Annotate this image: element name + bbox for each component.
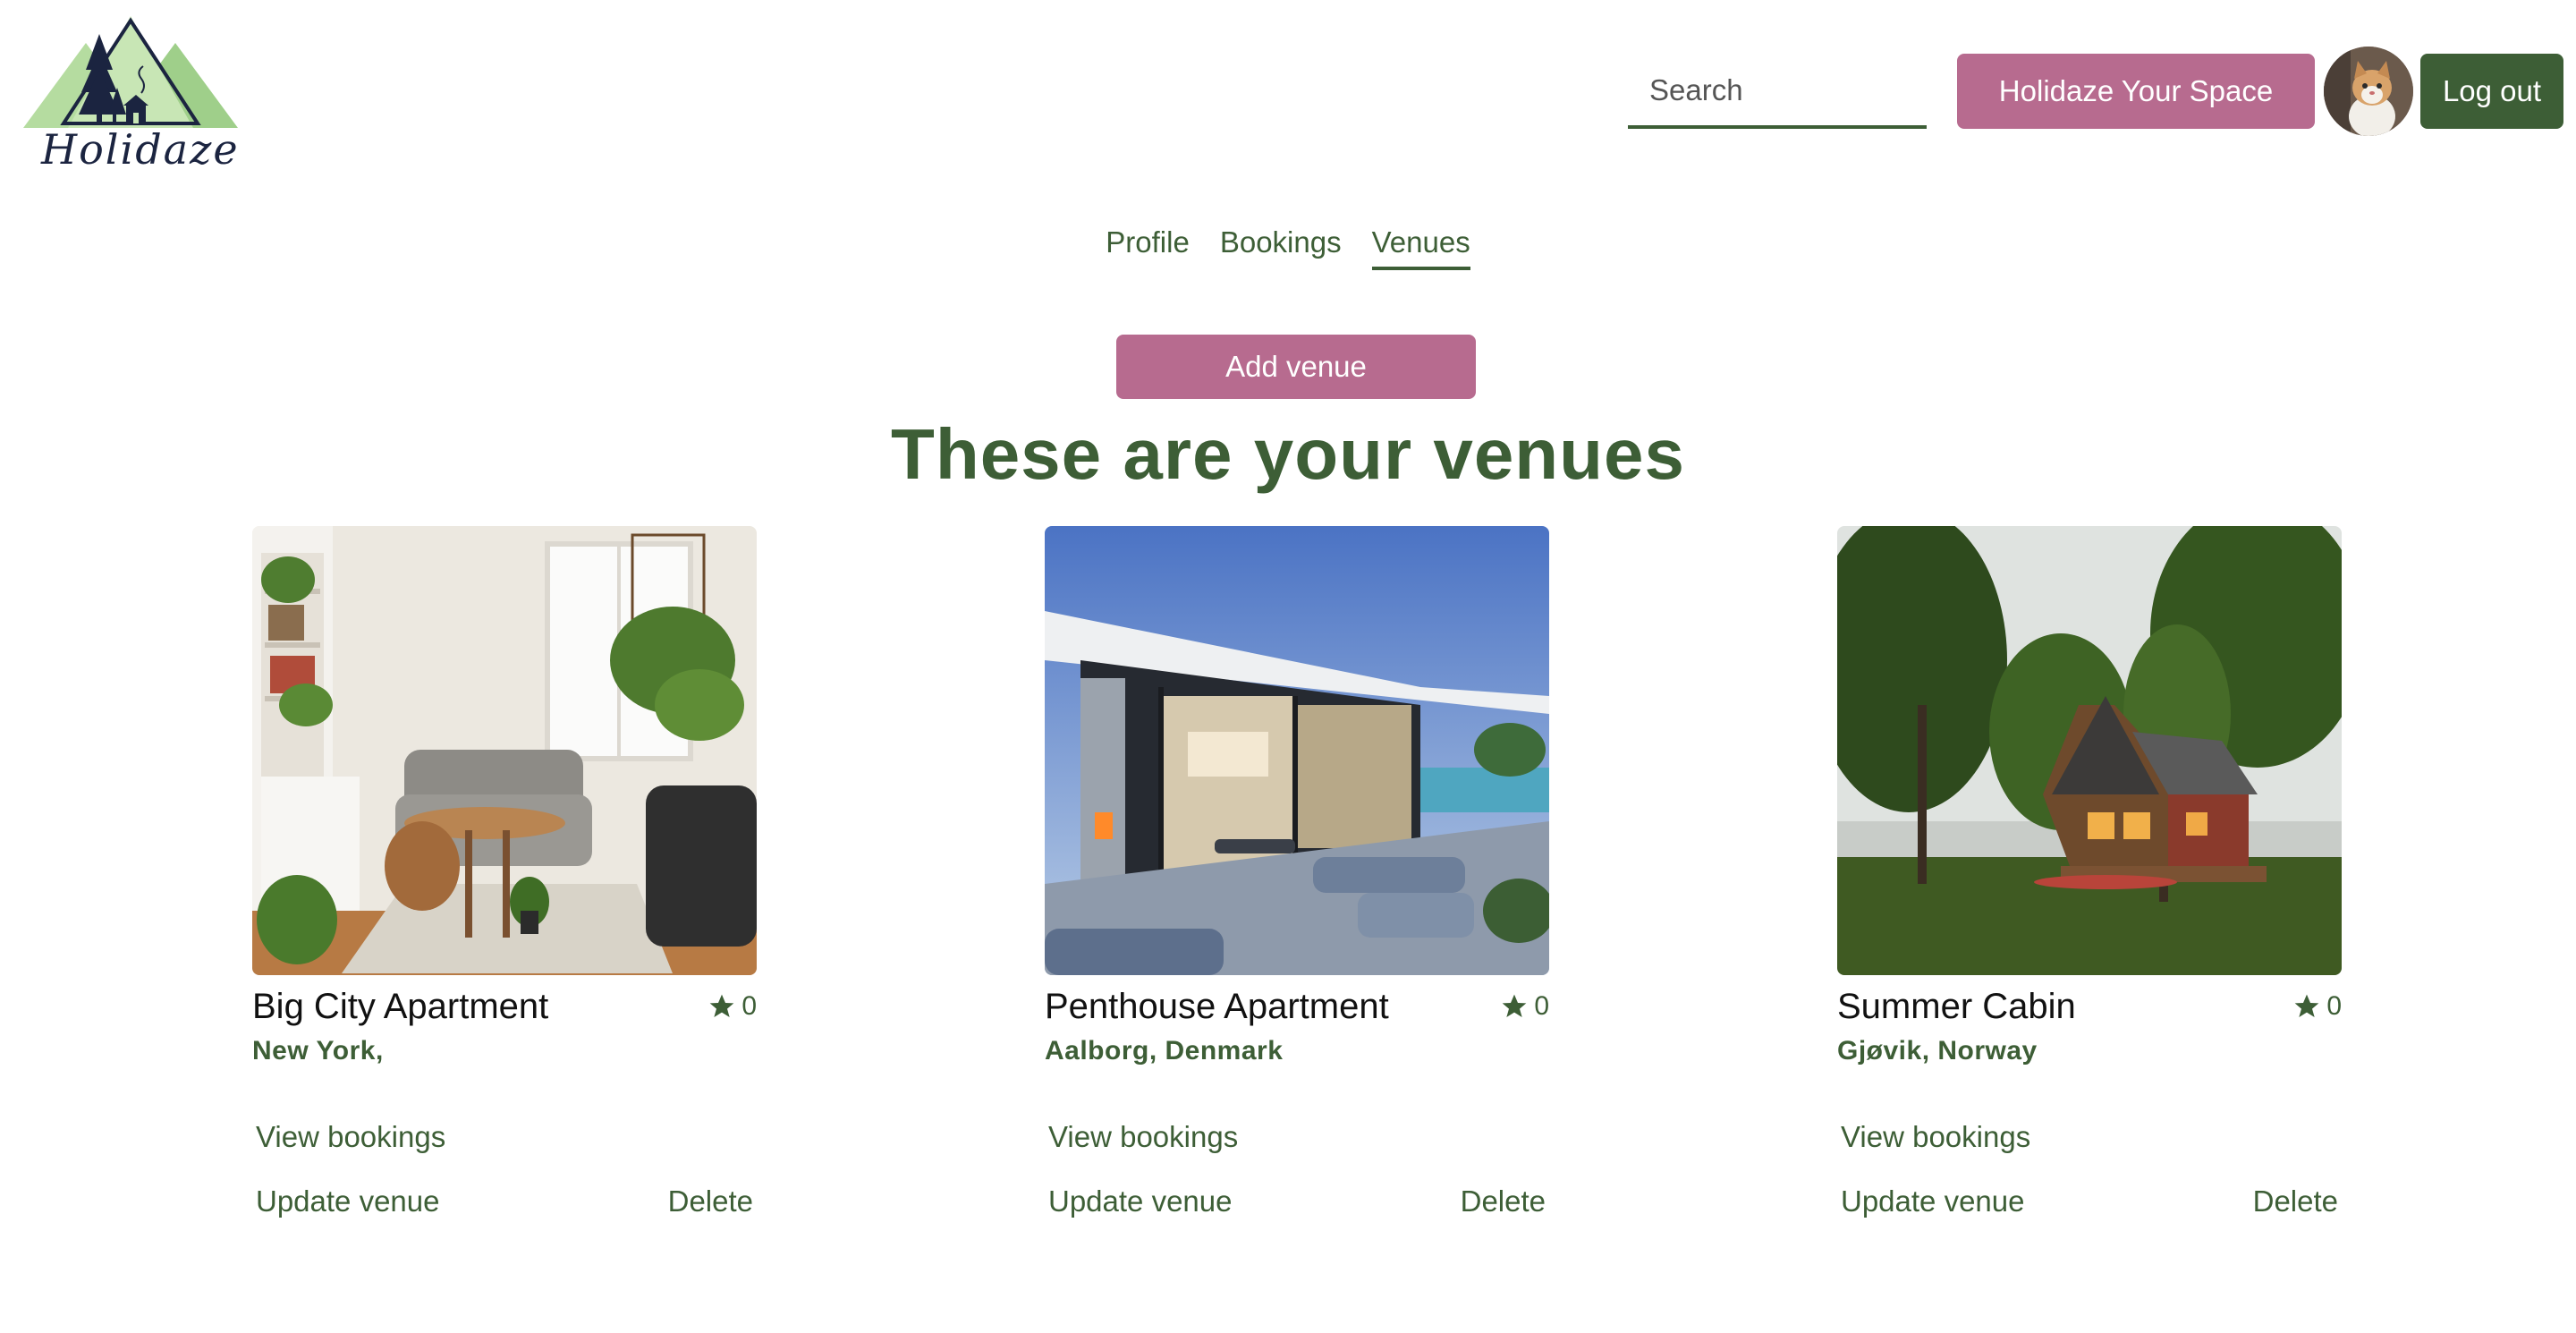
profile-tabs: Profile Bookings Venues (0, 225, 2576, 270)
logout-button[interactable]: Log out (2420, 54, 2563, 129)
venue-location: Gjøvik, Norway (1837, 1036, 2038, 1066)
star-icon (2294, 994, 2319, 1017)
living-room-image (252, 526, 757, 975)
venue-title[interactable]: Summer Cabin (1837, 987, 2076, 1027)
cat-avatar-image (2324, 47, 2413, 136)
update-venue-link[interactable]: Update venue (1048, 1184, 1233, 1218)
holidaze-your-space-button[interactable]: Holidaze Your Space (1957, 54, 2315, 129)
venue-location: New York, (252, 1036, 384, 1066)
delete-venue-link[interactable]: Delete (2253, 1184, 2338, 1218)
venue-title[interactable]: Big City Apartment (252, 987, 548, 1027)
venue-card: Summer Cabin 0 Gjøvik, Norway View booki… (1837, 526, 2342, 1218)
update-venue-link[interactable]: Update venue (1841, 1184, 2025, 1218)
cabin-image (1837, 526, 2342, 975)
star-icon (709, 994, 734, 1017)
tab-bookings[interactable]: Bookings (1220, 225, 1342, 270)
search-field (1628, 55, 1927, 129)
brand-name: Holidaze (41, 125, 240, 174)
brand-logo[interactable]: Holidaze (23, 16, 238, 174)
rating-value: 0 (2326, 991, 2342, 1021)
tab-profile[interactable]: Profile (1106, 225, 1190, 270)
delete-venue-link[interactable]: Delete (1461, 1184, 1546, 1218)
page-title: These are your venues (890, 414, 1686, 494)
rating-value: 0 (741, 991, 757, 1021)
delete-venue-link[interactable]: Delete (668, 1184, 753, 1218)
view-bookings-link[interactable]: View bookings (1048, 1120, 1238, 1154)
venue-title[interactable]: Penthouse Apartment (1045, 987, 1389, 1027)
venue-image[interactable] (252, 526, 757, 975)
venue-rating: 0 (1500, 991, 1549, 1022)
tab-venues[interactable]: Venues (1371, 225, 1470, 270)
venue-image[interactable] (1045, 526, 1549, 975)
search-input[interactable] (1628, 55, 1927, 125)
venue-rating: 0 (708, 991, 757, 1022)
view-bookings-link[interactable]: View bookings (1841, 1120, 2030, 1154)
venue-rating: 0 (2292, 991, 2342, 1022)
rating-value: 0 (1534, 991, 1549, 1021)
penthouse-image (1045, 526, 1549, 975)
venue-card: Big City Apartment 0 New York, View book… (252, 526, 757, 1218)
mountain-cabin-logo-icon (23, 16, 238, 128)
update-venue-link[interactable]: Update venue (256, 1184, 440, 1218)
venue-image[interactable] (1837, 526, 2342, 975)
add-venue-button[interactable]: Add venue (1116, 335, 1476, 399)
view-bookings-link[interactable]: View bookings (256, 1120, 445, 1154)
venue-card: Penthouse Apartment 0 Aalborg, Denmark V… (1045, 526, 1549, 1218)
avatar[interactable] (2324, 47, 2413, 136)
star-icon (1502, 994, 1527, 1017)
venue-location: Aalborg, Denmark (1045, 1036, 1284, 1066)
